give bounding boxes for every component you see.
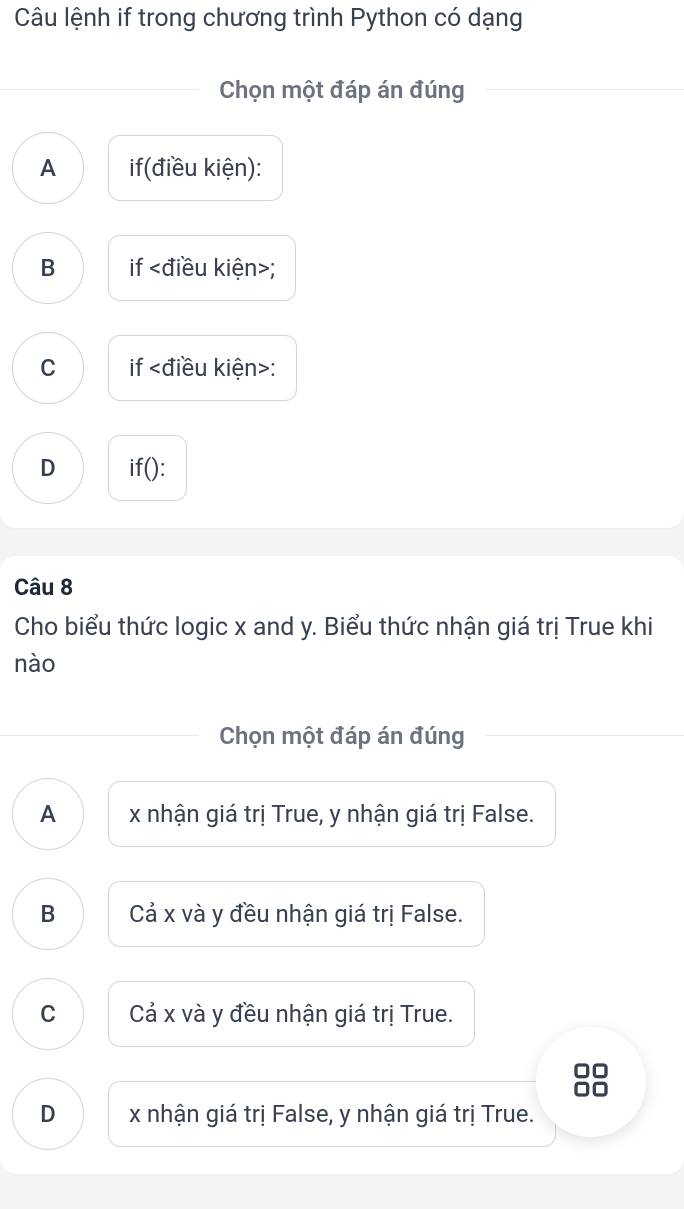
instruction-divider: Chọn một đáp án đúng (0, 722, 684, 750)
grid-menu-button[interactable] (536, 1027, 646, 1137)
option-letter: B (12, 232, 84, 304)
option-text: if(điều kiện): (108, 135, 283, 201)
question-number: Câu 8 (12, 574, 672, 609)
option-text: if(): (108, 435, 187, 501)
option-text: x nhận giá trị True, y nhận giá trị Fals… (108, 781, 556, 847)
option-text: Cả x và y đều nhận giá trị True. (108, 981, 475, 1047)
option-letter: B (12, 878, 84, 950)
option-text: x nhận giá trị False, y nhận giá trị Tru… (108, 1081, 556, 1147)
options-list: A if(điều kiện): B if <điều kiện>; C if … (12, 132, 672, 504)
instruction-divider: Chọn một đáp án đúng (0, 76, 684, 104)
option-letter: C (12, 978, 84, 1050)
option-letter: D (12, 1078, 84, 1150)
option-letter: A (12, 778, 84, 850)
option-letter: C (12, 332, 84, 404)
option-a[interactable]: A x nhận giá trị True, y nhận giá trị Fa… (12, 778, 672, 850)
instruction-text: Chọn một đáp án đúng (199, 722, 484, 750)
question-text: Cho biểu thức logic x and y. Biểu thức n… (12, 609, 672, 704)
option-a[interactable]: A if(điều kiện): (12, 132, 672, 204)
option-c[interactable]: C if <điều kiện>: (12, 332, 672, 404)
grid-icon (571, 1060, 611, 1104)
option-text: Cả x và y đều nhận giá trị False. (108, 881, 485, 947)
option-text: if <điều kiện>: (108, 335, 297, 401)
option-d[interactable]: D if(): (12, 432, 672, 504)
option-b[interactable]: B if <điều kiện>; (12, 232, 672, 304)
option-text: if <điều kiện>; (108, 235, 296, 301)
question-text: Câu lệnh if trong chương trình Python có… (12, 0, 672, 58)
option-b[interactable]: B Cả x và y đều nhận giá trị False. (12, 878, 672, 950)
option-letter: A (12, 132, 84, 204)
question-card-7: Câu lệnh if trong chương trình Python có… (0, 0, 684, 528)
option-letter: D (12, 432, 84, 504)
instruction-text: Chọn một đáp án đúng (199, 76, 484, 104)
